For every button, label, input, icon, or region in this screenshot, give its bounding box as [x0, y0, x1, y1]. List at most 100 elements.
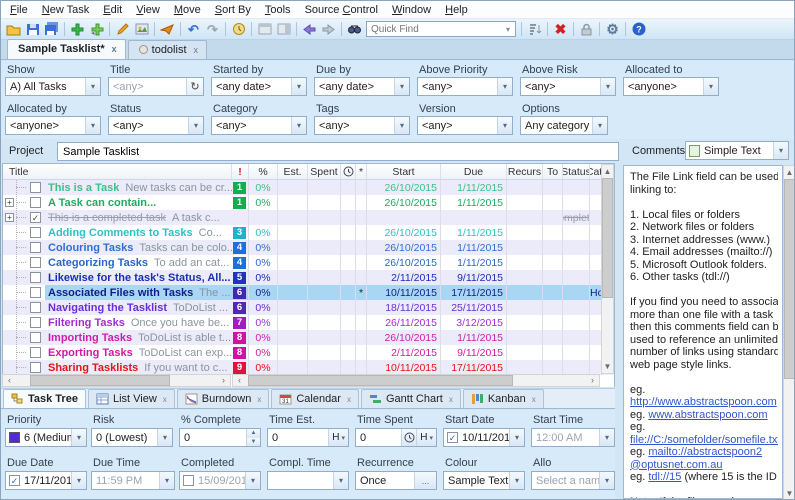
- task-row[interactable]: + A Task can contain... 1 0% 26/10/2015 1/11/…: [3, 195, 614, 210]
- chevron-down-icon[interactable]: ▾: [394, 117, 409, 134]
- scroll-thumb[interactable]: [784, 179, 794, 379]
- task-row[interactable]: + ✓ This is a completed task A task c... Com…: [3, 210, 614, 225]
- scroll-left-icon[interactable]: ‹: [3, 375, 16, 386]
- attr-risk-field[interactable]: 0 (Lowest) ▾: [91, 428, 173, 447]
- open-folder-icon[interactable]: [4, 21, 23, 38]
- comment-link[interactable]: @optusnet.com.au: [630, 459, 723, 471]
- comment-link[interactable]: www.abstractspoon.com: [648, 409, 767, 421]
- spin-up-icon[interactable]: ▲: [247, 429, 260, 438]
- task-row[interactable]: Exporting Tasks ToDoList can exp... 8 0% 2/1…: [3, 345, 614, 360]
- chevron-down-icon[interactable]: ▾: [592, 117, 607, 134]
- expand-icon[interactable]: +: [5, 213, 14, 222]
- menu-edit[interactable]: Edit: [96, 2, 129, 18]
- filter-version[interactable]: <any> ▾: [417, 116, 513, 135]
- column-header-clock[interactable]: [341, 164, 356, 179]
- close-icon[interactable]: x: [194, 45, 199, 55]
- scroll-thumb[interactable]: [30, 375, 170, 386]
- task-checkbox[interactable]: [30, 197, 41, 208]
- attr-recurrence-field[interactable]: Once...: [355, 471, 437, 490]
- attr-compl-time-field[interactable]: ▾: [267, 471, 349, 490]
- time-unit-button[interactable]: H ▾: [328, 429, 348, 446]
- column-header-status[interactable]: Status: [563, 164, 590, 179]
- chevron-down-icon[interactable]: ▾: [245, 472, 260, 489]
- chevron-down-icon[interactable]: ▾: [157, 429, 172, 446]
- scroll-track[interactable]: [16, 375, 217, 386]
- task-row[interactable]: Filtering Tasks Once you have be... 7 0% 26/…: [3, 315, 614, 330]
- column-header-percent[interactable]: %: [249, 164, 278, 179]
- delete-task-icon[interactable]: ✖: [551, 21, 570, 38]
- task-checkbox[interactable]: [30, 242, 41, 253]
- column-header-recurs[interactable]: Recurs: [507, 164, 543, 179]
- attr-completed-field[interactable]: 15/09/2016▾: [179, 471, 261, 490]
- prev-task-icon[interactable]: [300, 21, 319, 38]
- attr-time-est-field[interactable]: 0 H ▾: [267, 428, 349, 447]
- menu-help[interactable]: Help: [438, 2, 475, 18]
- column-header-priority[interactable]: !: [232, 164, 249, 179]
- chevron-down-icon[interactable]: ▾: [85, 117, 100, 134]
- view-tab-burndown[interactable]: Burndown x: [176, 389, 270, 408]
- chevron-down-icon[interactable]: ▾: [159, 472, 174, 489]
- tasklist-tab-sample-tasklist[interactable]: Sample Tasklist* x: [7, 39, 126, 59]
- task-row[interactable]: Navigating the Tasklist ToDoList ... 6 0% 18…: [3, 300, 614, 315]
- password-lock-icon[interactable]: [577, 21, 596, 38]
- column-header-due[interactable]: Due: [441, 164, 507, 179]
- scroll-right-icon[interactable]: ›: [217, 375, 230, 386]
- maximize-tasklist-icon[interactable]: [255, 21, 274, 38]
- time-track-icon[interactable]: [229, 21, 248, 38]
- new-subtask-icon[interactable]: [87, 21, 106, 38]
- scroll-down-icon[interactable]: ▼: [786, 487, 794, 499]
- expand-icon[interactable]: +: [5, 198, 14, 207]
- task-checkbox[interactable]: [30, 227, 41, 238]
- filter-status[interactable]: <any> ▾: [108, 116, 204, 135]
- view-tab-task-tree[interactable]: Task Tree: [3, 389, 86, 408]
- close-icon[interactable]: x: [449, 395, 453, 404]
- chevron-down-icon[interactable]: ▾: [71, 429, 86, 446]
- scroll-down-icon[interactable]: ▼: [604, 360, 612, 373]
- attr-complete-field[interactable]: 0 ▲ ▼: [179, 428, 261, 447]
- task-row[interactable]: Categorizing Tasks To add an cat... 4 0% 26/…: [3, 255, 614, 270]
- comment-link[interactable]: file://C:/somefolder/somefile.txt: [630, 434, 778, 446]
- task-checkbox[interactable]: [30, 302, 41, 313]
- sort-icon[interactable]: [525, 21, 544, 38]
- filter-tags[interactable]: <any> ▾: [314, 116, 410, 135]
- task-row[interactable]: Associated Files with Tasks The ... 6 0% * 10…: [3, 285, 614, 300]
- view-tab-kanban[interactable]: Kanban x: [462, 389, 544, 408]
- filter-above-priority[interactable]: <any> ▾: [417, 77, 513, 96]
- send-tasklist-icon[interactable]: [158, 21, 177, 38]
- scroll-thumb[interactable]: [248, 375, 513, 386]
- chevron-down-icon[interactable]: ▾: [71, 472, 86, 489]
- column-header-spent[interactable]: Spent: [308, 164, 341, 179]
- columns-horizontal-scrollbar[interactable]: ‹ ›: [232, 374, 600, 387]
- filter-show[interactable]: A) All Tasks ▾: [5, 77, 101, 96]
- chevron-down-icon[interactable]: ▾: [394, 78, 409, 95]
- attr-allo-field[interactable]: Select a name▾: [531, 471, 615, 490]
- column-header-est[interactable]: Est.: [278, 164, 308, 179]
- scroll-track[interactable]: [602, 178, 613, 360]
- chevron-down-icon[interactable]: ▾: [291, 117, 306, 134]
- column-header-title[interactable]: Title: [3, 164, 232, 179]
- chevron-down-icon[interactable]: ▾: [509, 472, 524, 489]
- date-checkbox[interactable]: ✓: [9, 475, 20, 486]
- quick-find-input[interactable]: [367, 23, 501, 35]
- undo-icon[interactable]: ↶: [184, 21, 203, 38]
- chevron-down-icon[interactable]: ▾: [599, 472, 614, 489]
- spinner-buttons[interactable]: ▲ ▼: [246, 429, 260, 446]
- edit-task-icon[interactable]: [113, 21, 132, 38]
- attr-due-date-field[interactable]: ✓ 17/11/2015▾: [5, 471, 87, 490]
- tree-horizontal-scrollbar[interactable]: ‹ ›: [2, 374, 231, 387]
- chevron-down-icon[interactable]: ▾: [703, 78, 718, 95]
- task-row[interactable]: Adding Comments to Tasks Co... 3 0% 26/10/20…: [3, 225, 614, 240]
- close-icon[interactable]: x: [347, 395, 351, 404]
- view-tab-calendar[interactable]: 31 Calendar x: [271, 389, 359, 408]
- comments-vertical-scrollbar[interactable]: ▲ ▼: [783, 165, 794, 499]
- close-icon[interactable]: x: [532, 395, 536, 404]
- task-checkbox[interactable]: [30, 182, 41, 193]
- chevron-down-icon[interactable]: ▾: [600, 78, 615, 95]
- date-checkbox[interactable]: ✓: [447, 432, 458, 443]
- find-tasks-icon[interactable]: [345, 21, 364, 38]
- help-icon[interactable]: ?: [629, 21, 648, 38]
- scroll-right-icon[interactable]: ›: [586, 375, 599, 386]
- menu-sort-by[interactable]: Sort By: [208, 2, 258, 18]
- task-checkbox[interactable]: ✓: [30, 212, 41, 223]
- redo-icon[interactable]: ↷: [203, 21, 222, 38]
